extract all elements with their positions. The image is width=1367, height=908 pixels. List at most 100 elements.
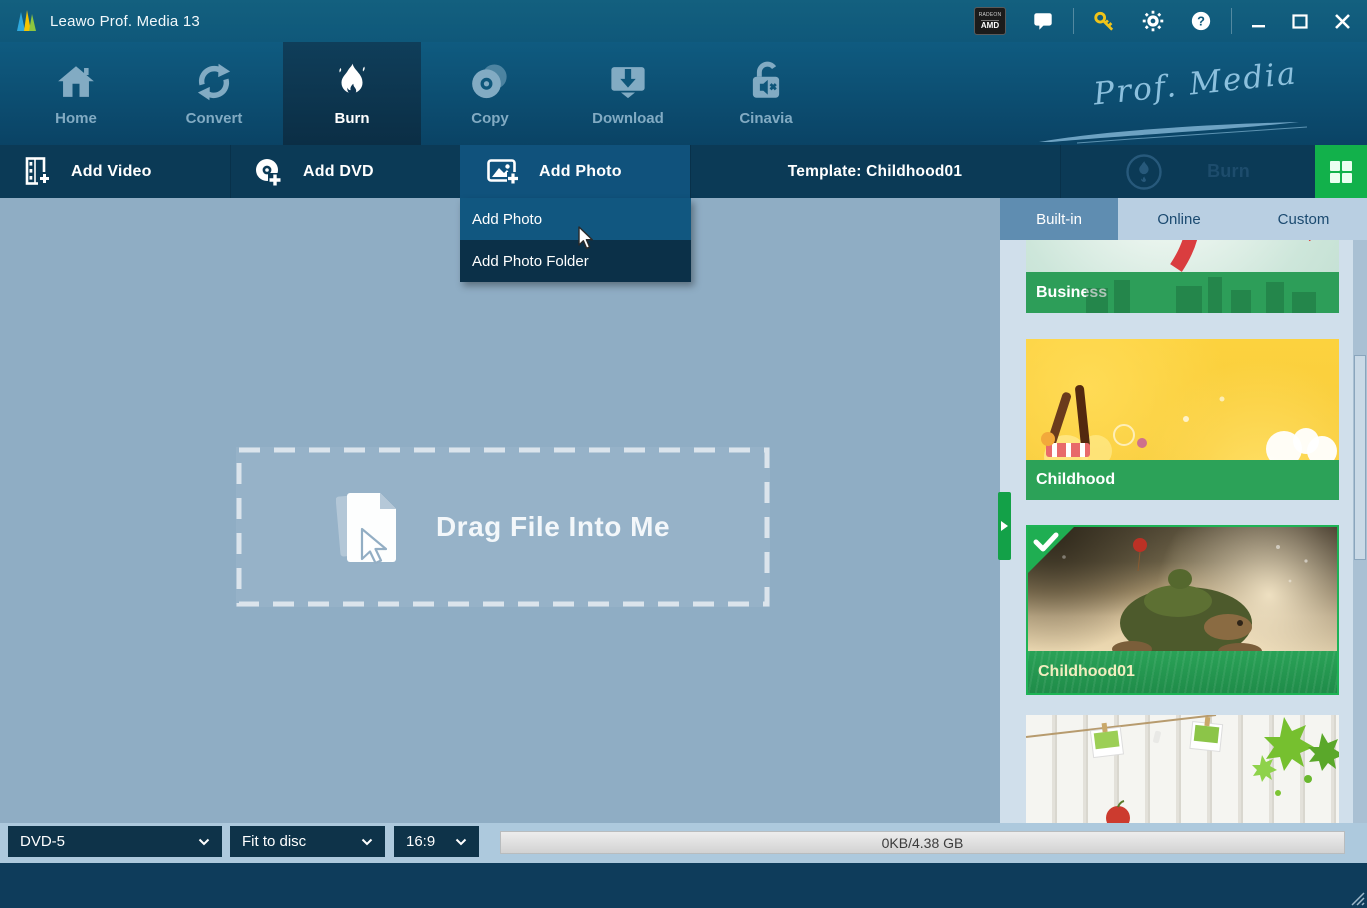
minimize-button[interactable]	[1238, 0, 1279, 42]
main-nav: Home Convert Burn Copy Download Cinavia …	[0, 42, 1367, 145]
disc-capacity-bar: 0KB/4.38 GB	[500, 831, 1345, 854]
green-grid-icon	[1330, 160, 1352, 183]
close-button[interactable]	[1321, 0, 1367, 42]
fit-mode-value: Fit to disc	[242, 833, 307, 850]
bottom-bar: DVD-5 Fit to disc 16:9 0KB/4.38 GB	[0, 823, 1367, 863]
business-label-band: Business	[1026, 272, 1339, 313]
template-childhood01-selected[interactable]: Childhood01	[1026, 525, 1339, 695]
nav-download[interactable]: Download	[559, 42, 697, 145]
template-name: Childhood	[1036, 471, 1116, 488]
drag-drop-zone[interactable]: Drag File Into Me	[236, 447, 770, 607]
chevron-down-icon	[198, 838, 210, 845]
aspect-ratio-select[interactable]: 16:9	[394, 826, 479, 857]
template-indicator: Template: Childhood01	[690, 145, 1060, 198]
help-button[interactable]: ?	[1177, 0, 1225, 42]
nav-copy[interactable]: Copy	[421, 42, 559, 145]
feedback-icon	[1034, 13, 1052, 30]
feedback-button[interactable]	[1019, 0, 1067, 42]
tab-built-in-label: Built-in	[1036, 210, 1082, 228]
panel-scrollbar-thumb[interactable]	[1354, 355, 1366, 560]
nav-burn[interactable]: Burn	[283, 42, 421, 145]
settings-gear-icon	[1142, 10, 1164, 32]
panel-scrollbar[interactable]	[1353, 240, 1367, 823]
template-list: Business Childhood	[1000, 240, 1367, 823]
template-fence[interactable]	[1026, 715, 1339, 823]
maximize-icon	[1292, 13, 1308, 29]
disc-type-value: DVD-5	[20, 833, 66, 850]
titlebar-divider	[1073, 8, 1074, 34]
burn-button[interactable]: Burn	[1060, 145, 1315, 198]
nav-copy-label: Copy	[471, 109, 509, 127]
tab-custom[interactable]: Custom	[1240, 198, 1367, 240]
add-dvd-label: Add DVD	[303, 162, 374, 180]
flame-icon	[339, 63, 365, 94]
chevron-down-icon	[361, 838, 373, 845]
app-title: Leawo Prof. Media 13	[50, 12, 200, 30]
leawo-logo-icon	[17, 10, 36, 31]
unlock-mute-icon	[752, 61, 780, 98]
disc-capacity-text: 0KB/4.38 GB	[881, 834, 964, 851]
settings-button[interactable]	[1129, 0, 1177, 42]
business-skyline	[1086, 277, 1316, 313]
selected-check-icon	[1028, 527, 1074, 573]
add-dvd-button[interactable]: Add DVD	[231, 145, 460, 198]
aspect-ratio-value: 16:9	[406, 833, 436, 850]
status-bar	[0, 863, 1367, 908]
tab-online-label: Online	[1157, 210, 1201, 228]
titlebar-divider	[1231, 8, 1232, 34]
nav-convert[interactable]: Convert	[145, 42, 283, 145]
add-video-label: Add Video	[71, 162, 152, 180]
convert-icon	[197, 63, 231, 100]
tab-custom-label: Custom	[1277, 210, 1330, 228]
template-grid-button[interactable]	[1315, 145, 1367, 198]
template-tabs: Built-in Online Custom	[1000, 198, 1367, 240]
template-label: Template: Childhood01	[787, 162, 963, 180]
template-panel: Built-in Online Custom Business Childhoo…	[998, 198, 1367, 823]
nav-download-label: Download	[592, 109, 664, 127]
close-icon	[1335, 13, 1350, 29]
nav-convert-label: Convert	[185, 109, 243, 127]
fit-mode-select[interactable]: Fit to disc	[230, 826, 385, 857]
download-icon	[611, 66, 645, 98]
menu-item-add-photo-label: Add Photo	[472, 210, 543, 228]
maximize-button[interactable]	[1279, 0, 1321, 42]
amd-graphics-badge: RADEON AMD	[961, 0, 1019, 42]
home-icon	[58, 65, 94, 97]
nav-home[interactable]: Home	[7, 42, 145, 145]
add-photo-label: Add Photo	[539, 162, 622, 180]
menu-item-add-photo-folder-label: Add Photo Folder	[472, 252, 589, 270]
burn-circle-icon	[1126, 153, 1162, 190]
childhood-label-band: Childhood	[1026, 460, 1339, 500]
app-window: Leawo Prof. Media 13 RADEON AMD ? Home C…	[0, 0, 1367, 908]
nav-home-label: Home	[55, 109, 97, 127]
titlebar: Leawo Prof. Media 13 RADEON AMD ?	[0, 0, 1367, 42]
panel-expand-handle[interactable]	[998, 492, 1011, 560]
tab-online[interactable]: Online	[1118, 198, 1240, 240]
template-business[interactable]: Business	[1026, 240, 1339, 313]
template-childhood[interactable]: Childhood	[1026, 339, 1339, 500]
drop-hint-text: Drag File Into Me	[435, 511, 671, 542]
add-dvd-icon	[256, 158, 282, 187]
toolbar: Add Video Add DVD Add Photo Template: Ch…	[0, 145, 1367, 198]
workspace: Drag File Into Me	[0, 198, 1000, 823]
disc-copy-icon	[472, 64, 507, 98]
register-button[interactable]	[1080, 0, 1129, 42]
chevron-down-icon	[455, 838, 467, 845]
tab-built-in[interactable]: Built-in	[1000, 198, 1118, 240]
disc-type-select[interactable]: DVD-5	[8, 826, 222, 857]
help-icon: ?	[1191, 11, 1211, 31]
resize-grip[interactable]	[1349, 890, 1365, 906]
minimize-icon	[1252, 24, 1265, 27]
nav-cinavia[interactable]: Cinavia	[697, 42, 835, 145]
brand-script-text: Prof. Media	[1091, 55, 1300, 113]
chevron-right-icon	[1001, 521, 1008, 531]
svg-text:?: ?	[1197, 14, 1205, 29]
add-video-button[interactable]: Add Video	[0, 145, 230, 198]
drag-file-icon	[335, 493, 396, 565]
add-video-icon	[25, 156, 51, 187]
childhood01-art-shapes	[1062, 538, 1308, 651]
mouse-cursor	[578, 226, 593, 249]
add-photo-button[interactable]: Add Photo	[460, 145, 690, 198]
nav-cinavia-label: Cinavia	[739, 109, 793, 127]
register-key-icon	[1094, 11, 1114, 31]
